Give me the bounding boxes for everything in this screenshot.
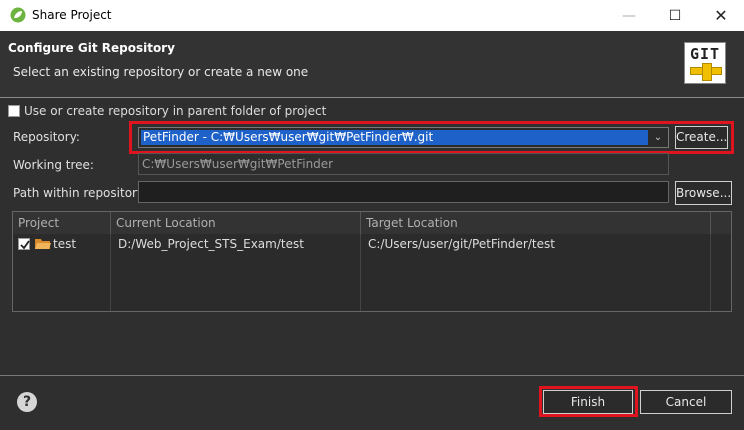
minimize-button[interactable]: — [606, 0, 652, 31]
finish-button[interactable]: Finish [543, 390, 633, 414]
help-icon[interactable]: ? [17, 392, 37, 412]
repository-combobox[interactable]: PetFinder - C:₩Users₩user₩git₩PetFinder₩… [138, 127, 669, 148]
parent-folder-option[interactable]: Use or create repository in parent folde… [8, 104, 326, 118]
repository-selected-value: PetFinder - C:₩Users₩user₩git₩PetFinder₩… [141, 130, 648, 145]
working-tree-label: Working tree: [13, 158, 94, 172]
title-bar: Share Project — ☐ ✕ [0, 0, 744, 31]
chevron-down-icon[interactable]: ⌄ [650, 129, 666, 146]
cell-target-location: C:/Users/user/git/PetFinder/test [368, 237, 555, 251]
repository-label: Repository: [13, 130, 80, 144]
close-button[interactable]: ✕ [698, 0, 744, 31]
folder-icon [35, 238, 51, 250]
maximize-button[interactable]: ☐ [652, 0, 698, 31]
cancel-button[interactable]: Cancel [640, 390, 732, 414]
column-target-location[interactable]: Target Location [361, 212, 711, 234]
spring-leaf-icon [10, 7, 26, 23]
git-logo-text: GIT [689, 45, 721, 63]
window-title: Share Project [32, 8, 112, 22]
path-within-input[interactable] [138, 181, 669, 203]
wizard-header: Configure Git Repository Select an exist… [0, 31, 744, 98]
page-subtitle: Select an existing repository or create … [13, 65, 309, 79]
working-tree-field: C:₩Users₩user₩git₩PetFinder [138, 153, 669, 175]
projects-table: Project Current Location Target Location… [12, 211, 732, 312]
column-project[interactable]: Project [13, 212, 111, 234]
create-button[interactable]: Create... [675, 126, 728, 149]
table-header: Project Current Location Target Location [13, 212, 731, 234]
cell-current-location: D:/Web_Project_STS_Exam/test [118, 237, 304, 251]
footer-separator [0, 375, 744, 376]
page-title: Configure Git Repository [8, 41, 175, 55]
git-logo-icon: GIT [684, 42, 726, 84]
column-current-location[interactable]: Current Location [111, 212, 361, 234]
row-checkbox[interactable] [18, 238, 30, 250]
parent-folder-checkbox[interactable] [8, 105, 20, 117]
parent-folder-label: Use or create repository in parent folde… [24, 104, 327, 118]
browse-button[interactable]: Browse... [675, 181, 732, 205]
path-within-label: Path within repository: [13, 186, 148, 200]
cell-project: test [53, 237, 77, 251]
